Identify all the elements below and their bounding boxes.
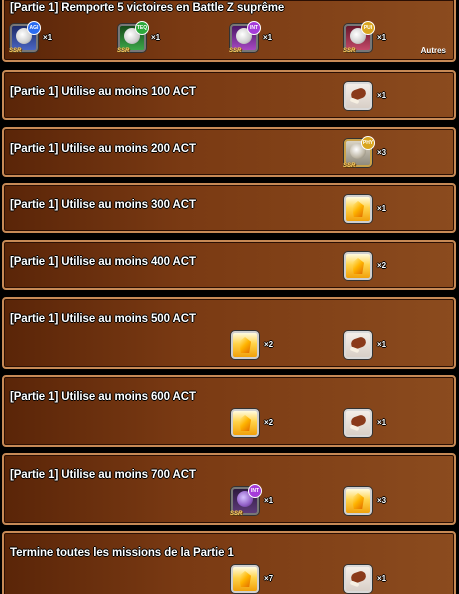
card-str-icon[interactable]: INT SSR xyxy=(230,484,262,517)
reward-quantity: ×1 xyxy=(377,340,387,349)
reward-item[interactable]: ×1 xyxy=(344,565,392,594)
medal-icon[interactable] xyxy=(344,195,372,223)
reward-item[interactable]: ×3 xyxy=(344,487,392,519)
medal-icon[interactable] xyxy=(344,252,372,280)
reward-quantity: ×1 xyxy=(377,33,387,42)
reward-quantity: ×1 xyxy=(43,33,53,42)
reward-item[interactable]: AGI SSR ×1 xyxy=(9,21,58,56)
mission-row[interactable]: [Partie 1] Remporte 5 victoires en Battl… xyxy=(2,0,456,62)
reward-quantity: ×1 xyxy=(264,496,274,505)
mission-list[interactable]: [Partie 1] Remporte 5 victoires en Battl… xyxy=(0,0,459,594)
reward-item[interactable]: ×2 xyxy=(344,252,392,284)
mission-row[interactable]: Termine toutes les missions de la Partie… xyxy=(2,531,456,594)
reward-item[interactable]: ×1 xyxy=(344,331,392,363)
reward-item[interactable]: ×2 xyxy=(231,409,279,441)
mission-title: [Partie 1] Utilise au moins 500 ACT xyxy=(10,313,196,325)
reward-quantity: ×1 xyxy=(377,574,387,583)
mission-title: [Partie 1] Utilise au moins 600 ACT xyxy=(10,391,196,403)
reward-item[interactable]: ×7 xyxy=(231,565,279,594)
reward-quantity: ×1 xyxy=(377,204,387,213)
reward-item[interactable]: INT SSR ×1 xyxy=(230,484,279,519)
reward-quantity: ×1 xyxy=(263,33,273,42)
medal-icon[interactable] xyxy=(231,409,259,437)
reward-quantity: ×3 xyxy=(377,496,387,505)
mission-row[interactable]: [Partie 1] Utilise au moins 600 ACT ×2 ×… xyxy=(2,375,456,447)
reward-quantity: ×2 xyxy=(264,340,274,349)
mission-title: [Partie 1] Utilise au moins 200 ACT xyxy=(10,143,196,155)
reward-item[interactable]: PUI SSR ×1 xyxy=(343,21,392,56)
meat-icon[interactable] xyxy=(344,409,372,437)
meat-icon[interactable] xyxy=(344,331,372,359)
mission-title: [Partie 1] Remporte 5 victoires en Battl… xyxy=(10,2,285,14)
medal-icon[interactable] xyxy=(344,487,372,515)
reward-item[interactable]: ×1 xyxy=(344,409,392,441)
reward-item[interactable]: INT SSR ×1 xyxy=(229,21,278,56)
reward-quantity: ×1 xyxy=(151,33,161,42)
reward-item[interactable]: ×2 xyxy=(231,331,279,363)
medal-icon[interactable] xyxy=(231,565,259,593)
medal-icon[interactable] xyxy=(231,331,259,359)
reward-quantity: ×2 xyxy=(264,418,274,427)
card-agi-icon[interactable]: AGI SSR xyxy=(9,21,41,54)
mission-title: [Partie 1] Utilise au moins 400 ACT xyxy=(10,256,196,268)
reward-item[interactable]: ×1 xyxy=(344,82,392,114)
card-phy-icon[interactable]: PUI SSR xyxy=(343,21,375,54)
meat-icon[interactable] xyxy=(344,565,372,593)
card-teq-icon[interactable]: TEQ SSR xyxy=(117,21,149,54)
meat-icon[interactable] xyxy=(344,82,372,110)
mission-row[interactable]: [Partie 1] Utilise au moins 300 ACT ×1 xyxy=(2,183,456,233)
mission-title: [Partie 1] Utilise au moins 700 ACT xyxy=(10,469,196,481)
mission-title: [Partie 1] Utilise au moins 100 ACT xyxy=(10,86,196,98)
reward-item[interactable]: TEQ SSR ×1 xyxy=(117,21,166,56)
mission-row[interactable]: [Partie 1] Utilise au moins 700 ACT INT … xyxy=(2,453,456,525)
mission-row[interactable]: [Partie 1] Utilise au moins 100 ACT ×1 xyxy=(2,70,456,120)
reward-quantity: ×1 xyxy=(377,418,387,427)
mission-title: [Partie 1] Utilise au moins 300 ACT xyxy=(10,199,196,211)
reward-quantity: ×3 xyxy=(377,148,387,157)
other-rewards-link[interactable]: Autres xyxy=(421,46,446,55)
reward-quantity: ×7 xyxy=(264,574,274,583)
statue-card-icon[interactable]: PHY SSR xyxy=(343,136,375,169)
reward-item[interactable]: ×1 xyxy=(344,195,392,227)
reward-quantity: ×1 xyxy=(377,91,387,100)
mission-row[interactable]: [Partie 1] Utilise au moins 400 ACT ×2 xyxy=(2,240,456,290)
mission-row[interactable]: [Partie 1] Utilise au moins 500 ACT ×2 ×… xyxy=(2,297,456,369)
card-int-icon[interactable]: INT SSR xyxy=(229,21,261,54)
reward-item[interactable]: PHY SSR ×3 xyxy=(343,136,392,171)
reward-quantity: ×2 xyxy=(377,261,387,270)
mission-row[interactable]: [Partie 1] Utilise au moins 200 ACT PHY … xyxy=(2,127,456,177)
mission-title: Termine toutes les missions de la Partie… xyxy=(10,547,234,559)
